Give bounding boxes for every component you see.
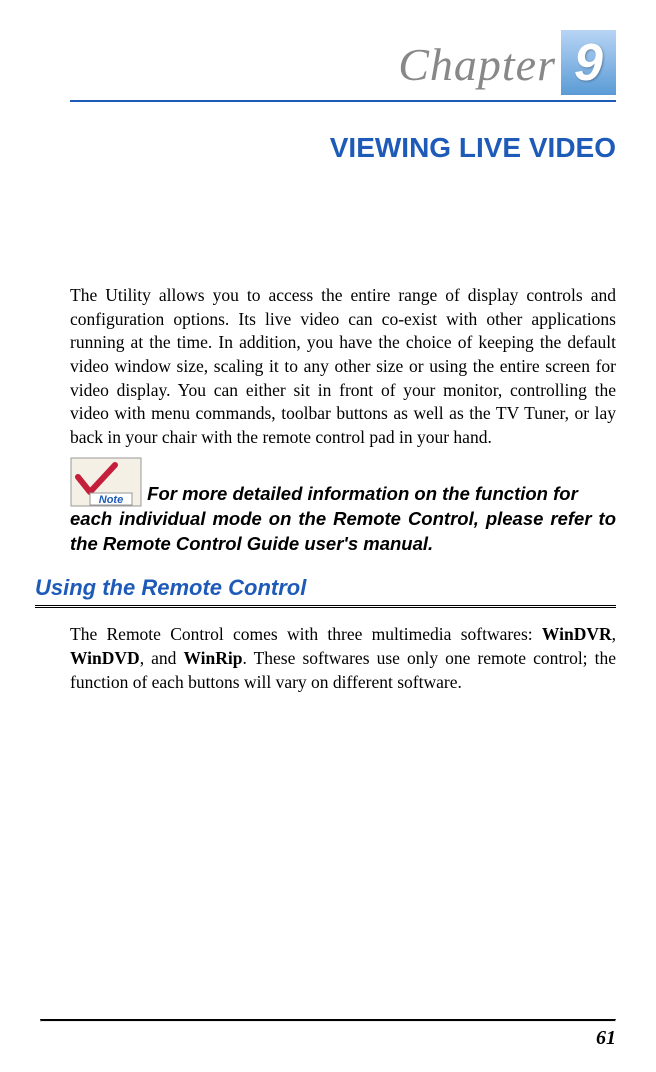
footer-divider bbox=[40, 1019, 616, 1022]
page-title: VIEWING LIVE VIDEO bbox=[70, 132, 616, 164]
note-icon-label: Note bbox=[99, 494, 123, 506]
note-paragraph: Note For more detailed information on th… bbox=[70, 457, 616, 507]
note-block: Note For more detailed information on th… bbox=[70, 457, 616, 557]
p2-text-3: , and bbox=[140, 648, 184, 668]
note-text-inline: For more detailed information on the fun… bbox=[147, 483, 578, 504]
intro-paragraph: The Utility allows you to access the ent… bbox=[70, 284, 616, 449]
page-number: 61 bbox=[596, 1027, 616, 1050]
chapter-label: Chapter bbox=[398, 38, 556, 91]
chapter-number: 9 bbox=[574, 33, 603, 93]
section-heading: Using the Remote Control bbox=[35, 575, 616, 601]
chapter-header: Chapter 9 bbox=[70, 30, 616, 95]
note-text-continue: each individual mode on the Remote Contr… bbox=[70, 507, 616, 557]
header-divider bbox=[70, 100, 616, 102]
p2-text-1: The Remote Control comes with three mult… bbox=[70, 624, 542, 644]
p2-bold-2: WinDVD bbox=[70, 648, 140, 668]
section-divider bbox=[35, 605, 616, 608]
p2-text-2: , bbox=[612, 624, 616, 644]
p2-bold-1: WinDVR bbox=[542, 624, 612, 644]
note-icon: Note bbox=[70, 457, 142, 507]
chapter-number-box: 9 bbox=[561, 30, 616, 95]
p2-bold-3: WinRip bbox=[183, 648, 242, 668]
remote-control-paragraph: The Remote Control comes with three mult… bbox=[70, 623, 616, 694]
